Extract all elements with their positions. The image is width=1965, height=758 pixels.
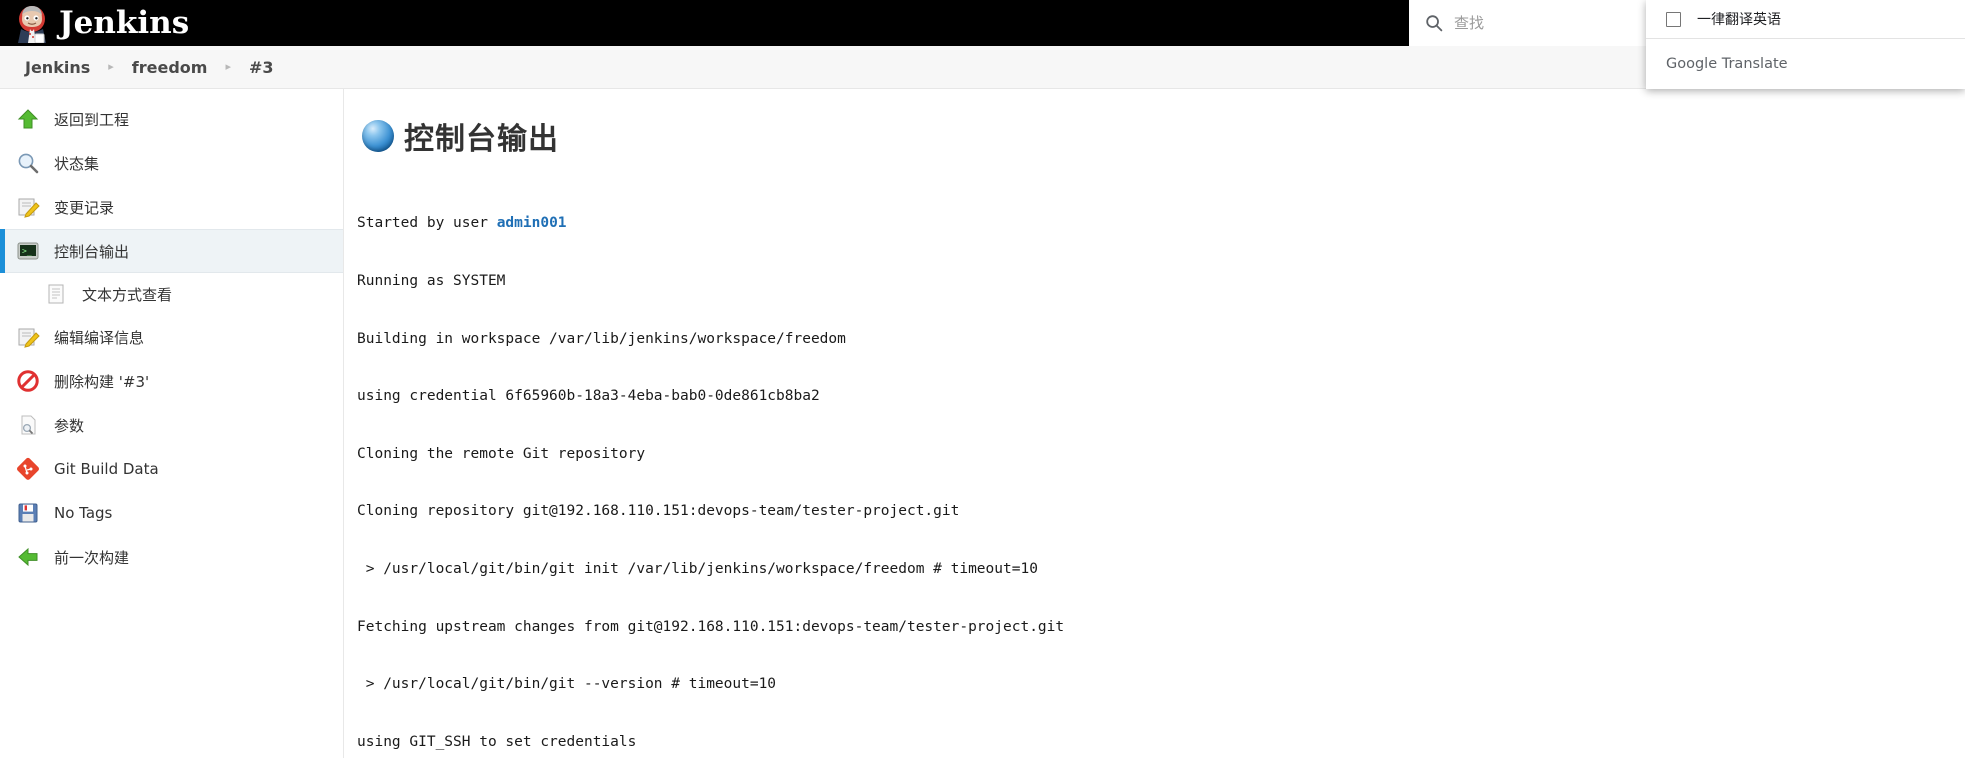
jenkins-brand[interactable]: Jenkins xyxy=(14,3,190,44)
left-arrow-green-icon xyxy=(16,545,40,569)
search-input[interactable] xyxy=(1454,14,1624,32)
sidebar-item-label: 返回到工程 xyxy=(54,110,130,129)
sidebar-item-label: 删除构建 '#3' xyxy=(54,372,150,391)
sidebar-item-delete-build[interactable]: 删除构建 '#3' xyxy=(0,359,343,403)
translate-always-row[interactable]: 一律翻译英语 xyxy=(1646,0,1965,38)
sidebar-item-label: 文本方式查看 xyxy=(82,285,173,304)
google-translate-popup[interactable]: 一律翻译英语 Google Translate xyxy=(1646,0,1965,89)
sidebar-item-previous-build[interactable]: 前一次构建 xyxy=(0,535,343,579)
document-search-icon xyxy=(16,413,40,437)
brand-title: Jenkins xyxy=(59,4,190,41)
translate-footer: Google Translate xyxy=(1646,39,1965,89)
breadcrumb-item-build[interactable]: #3 xyxy=(249,58,274,77)
magnifier-icon xyxy=(16,151,40,175)
sidebar-item-label: 编辑编译信息 xyxy=(54,328,145,347)
sidebar-item-label: 变更记录 xyxy=(54,198,115,217)
console-line: Building in workspace /var/lib/jenkins/w… xyxy=(357,330,846,347)
sidebar-item-label: 状态集 xyxy=(54,154,100,173)
document-text-icon xyxy=(44,282,68,306)
sidebar-item-label: No Tags xyxy=(54,504,113,522)
main-content: 控制台输出 Started by user admin001 Running a… xyxy=(344,89,1965,758)
chevron-right-icon: ▸ xyxy=(108,60,114,73)
blue-globe-icon xyxy=(362,120,394,152)
console-line: Cloning the remote Git repository xyxy=(357,445,646,462)
console-line: > /usr/local/git/bin/git --version # tim… xyxy=(357,676,777,693)
sidebar-item-changes[interactable]: 变更记录 xyxy=(0,185,343,229)
console-line: using GIT_SSH to set credentials xyxy=(357,733,637,750)
started-by-prefix: Started by user xyxy=(357,215,497,232)
floppy-disk-icon xyxy=(16,501,40,525)
console-line-started-by-user: Started by user admin001 xyxy=(357,214,1965,233)
sidebar-item-edit-build-information[interactable]: 编辑编译信息 xyxy=(0,315,343,359)
sidebar-item-back-to-project[interactable]: 返回到工程 xyxy=(0,97,343,141)
page-title-text: 控制台输出 xyxy=(404,122,559,157)
always-translate-checkbox[interactable] xyxy=(1666,11,1681,27)
search-box[interactable] xyxy=(1409,0,1669,46)
terminal-icon: >_ xyxy=(16,239,40,263)
console-line: Running as SYSTEM xyxy=(357,273,506,290)
sidebar-item-parameters[interactable]: 参数 xyxy=(0,403,343,447)
breadcrumb-item-jenkins[interactable]: Jenkins xyxy=(25,58,90,77)
sidebar: 返回到工程 状态集 变更记录 >_ 控制台输出 文本方式查看 编辑编译信息 删除… xyxy=(0,89,344,758)
svg-text:>_: >_ xyxy=(22,247,32,256)
sidebar-item-label: 前一次构建 xyxy=(54,548,130,567)
chevron-right-icon: ▸ xyxy=(225,60,231,73)
git-diamond-icon xyxy=(16,457,40,481)
edit-notepad-icon xyxy=(16,325,40,349)
edit-notepad-icon xyxy=(16,195,40,219)
console-line: using credential 6f65960b-18a3-4eba-bab0… xyxy=(357,388,820,405)
sidebar-item-view-as-plain-text[interactable]: 文本方式查看 xyxy=(0,273,343,315)
breadcrumb-item-freedom[interactable]: freedom xyxy=(132,58,208,77)
page-title: 控制台输出 xyxy=(362,114,1965,158)
sidebar-item-status[interactable]: 状态集 xyxy=(0,141,343,185)
search-icon xyxy=(1425,14,1443,32)
sidebar-item-console-output[interactable]: >_ 控制台输出 xyxy=(0,229,343,273)
page-body: 返回到工程 状态集 变更记录 >_ 控制台输出 文本方式查看 编辑编译信息 删除… xyxy=(0,89,1965,758)
sidebar-item-label: 参数 xyxy=(54,416,85,435)
sidebar-item-label: Git Build Data xyxy=(54,460,159,478)
up-arrow-green-icon xyxy=(16,107,40,131)
sidebar-item-no-tags[interactable]: No Tags xyxy=(0,491,343,535)
console-output-log: Started by user admin001 Running as SYST… xyxy=(353,176,1965,758)
sidebar-item-git-build-data[interactable]: Git Build Data xyxy=(0,447,343,491)
console-line: Cloning repository git@192.168.110.151:d… xyxy=(357,503,960,520)
sidebar-item-label: 控制台输出 xyxy=(54,242,130,261)
always-translate-label: 一律翻译英语 xyxy=(1697,12,1781,28)
jenkins-butler-logo xyxy=(14,3,50,44)
delete-forbidden-icon xyxy=(16,369,40,393)
user-link-admin001[interactable]: admin001 xyxy=(497,215,567,231)
console-line: Fetching upstream changes from git@192.1… xyxy=(357,618,1065,635)
console-line: > /usr/local/git/bin/git init /var/lib/j… xyxy=(357,561,1038,578)
google-translate-brand: Google Translate xyxy=(1666,56,1788,72)
